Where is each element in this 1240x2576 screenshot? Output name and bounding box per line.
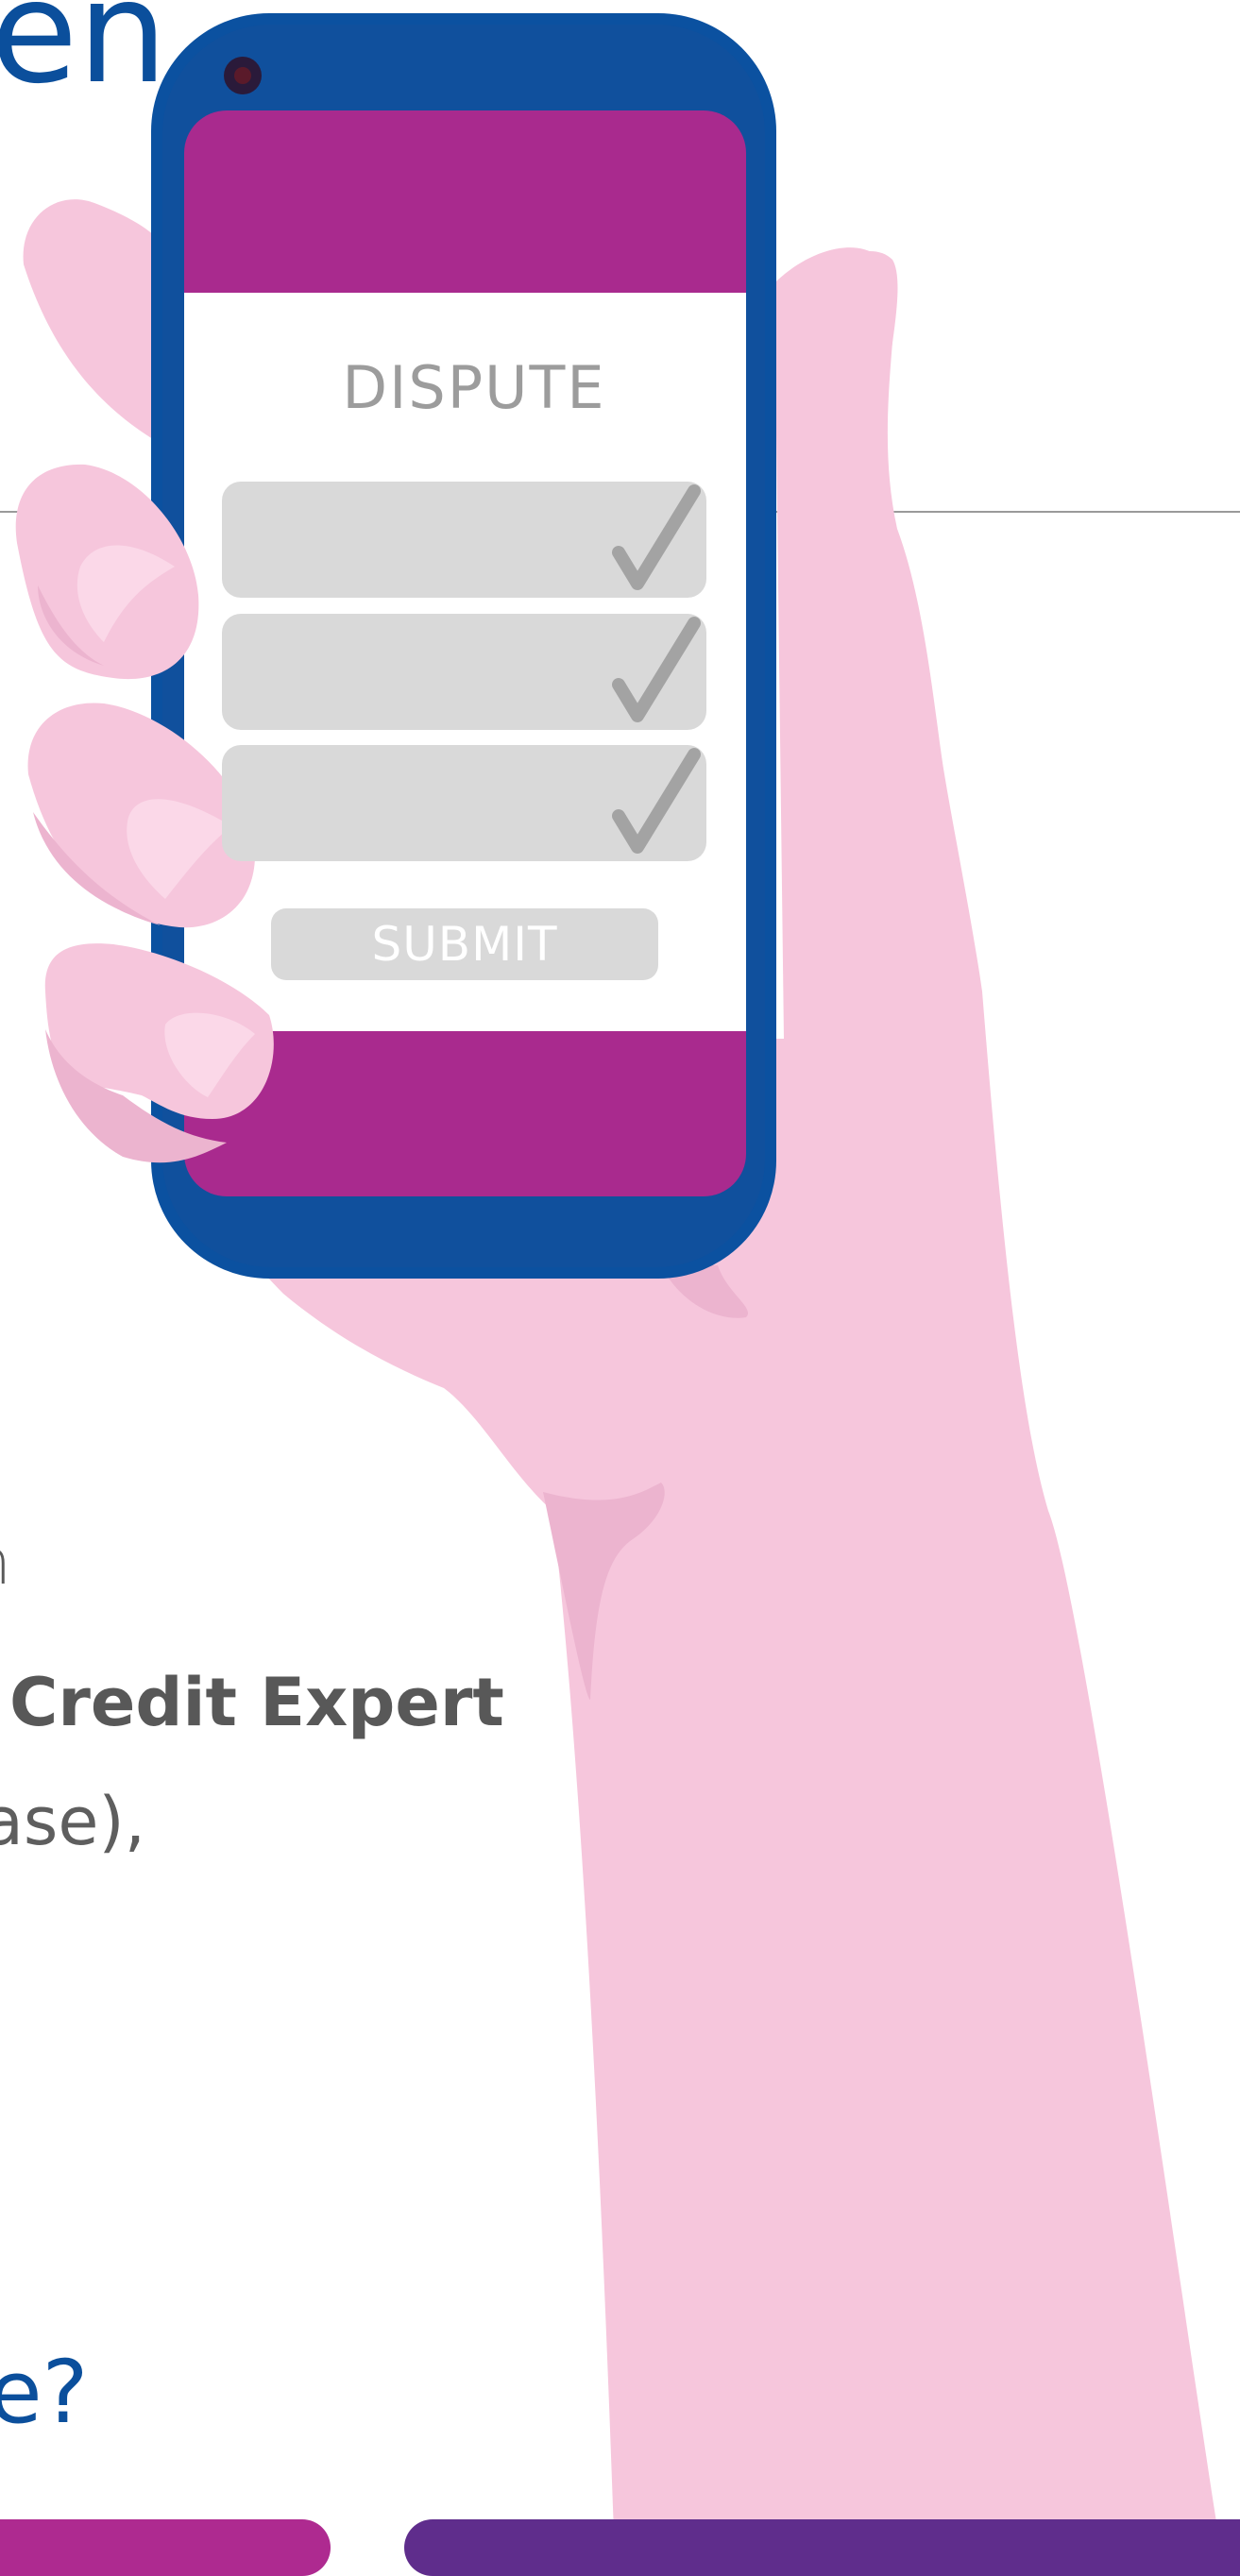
form-field-2[interactable] <box>222 614 706 730</box>
form-field-1[interactable] <box>222 482 706 598</box>
submit-button[interactable]: SUBMIT <box>271 908 658 980</box>
bottom-button-right[interactable] <box>404 2519 1240 2576</box>
bottom-button-left[interactable] <box>0 2519 331 2576</box>
finger-top-shape <box>23 199 161 444</box>
form-field-3[interactable] <box>222 745 706 861</box>
screen-title: DISPUTE <box>342 353 606 422</box>
